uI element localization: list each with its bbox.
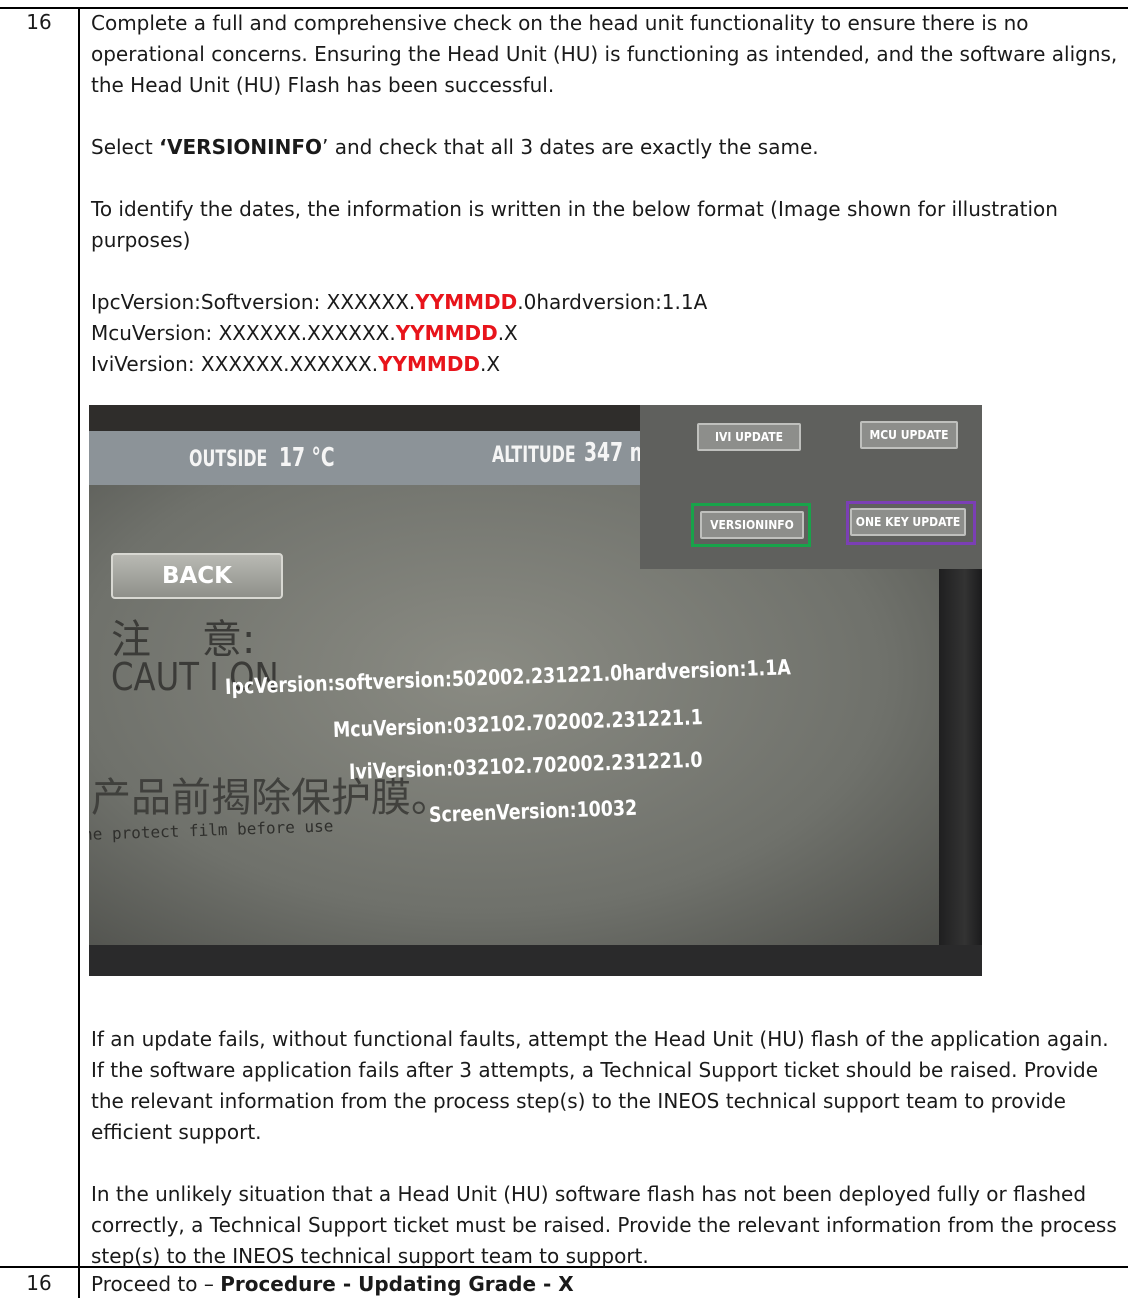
proceed-prefix: Proceed to – (91, 1272, 221, 1296)
format-line-ipc: IpcVersion:Softversion: XXXXXX.YYMMDD.0h… (91, 287, 1121, 318)
step-content: Complete a full and comprehensive check … (91, 8, 1121, 380)
mcu-update-button[interactable]: MCU UPDATE (860, 421, 958, 449)
format-prefix: McuVersion: XXXXXX.XXXXXX. (91, 321, 396, 345)
format-suffix: .0hardversion:1.1A (517, 290, 708, 314)
step-number: 16 (26, 10, 52, 34)
update-menu-inset: IVI UPDATE MCU UPDATE VERSIONINFO ONE KE… (640, 405, 982, 569)
format-date: YYMMDD (415, 290, 518, 314)
column-divider (78, 7, 80, 1298)
format-prefix: IpcVersion:Softversion: XXXXXX. (91, 290, 416, 314)
select-prefix: Select (91, 135, 160, 159)
one-key-update-highlight (846, 501, 976, 545)
format-prefix: IviVersion: XXXXXX.XXXXXX. (91, 352, 379, 376)
format-line-mcu: McuVersion: XXXXXX.XXXXXX.YYMMDD.X (91, 318, 1121, 349)
procedure-table: 16 Complete a full and comprehensive che… (0, 0, 1128, 1298)
screen-bezel (939, 565, 982, 976)
format-date: YYMMDD (395, 321, 498, 345)
back-button[interactable]: BACK (111, 553, 283, 599)
intro-paragraph: Complete a full and comprehensive check … (91, 11, 1118, 97)
versioninfo-highlight (691, 503, 811, 547)
versioninfo-keyword: ‘VERSIONINFO (159, 135, 323, 159)
failure-notes: If an update fails, without functional f… (91, 1024, 1121, 1272)
failure-paragraph: If an update fails, without functional f… (91, 1027, 1109, 1144)
select-instruction: Select ‘VERSIONINFO’ and check that all … (91, 132, 1121, 163)
select-suffix: ’ and check that all 3 dates are exactly… (322, 135, 819, 159)
format-suffix: .X (497, 321, 518, 345)
identify-paragraph: To identify the dates, the information i… (91, 197, 1058, 252)
format-suffix: .X (480, 352, 501, 376)
format-line-ivi: IviVersion: XXXXXX.XXXXXX.YYMMDD.X (91, 349, 1121, 380)
screen-bottom-edge (89, 945, 982, 976)
procedure-link[interactable]: Procedure - Updating Grade - X (220, 1272, 574, 1296)
unlikely-paragraph: In the unlikely situation that a Head Un… (91, 1182, 1117, 1268)
step-number: 16 (26, 1271, 52, 1295)
format-date: YYMMDD (378, 352, 481, 376)
proceed-line: Proceed to – Procedure - Updating Grade … (91, 1269, 1121, 1300)
ivi-update-button[interactable]: IVI UPDATE (697, 423, 801, 451)
altitude-label: ALTITUDE (492, 443, 576, 468)
head-unit-screen-photo: OUTSIDE 17 °C ALTITUDE 347 m BACK 注 意: C… (89, 405, 982, 976)
outside-label: OUTSIDE (189, 447, 268, 472)
outside-temperature: 17 °C (279, 443, 335, 473)
